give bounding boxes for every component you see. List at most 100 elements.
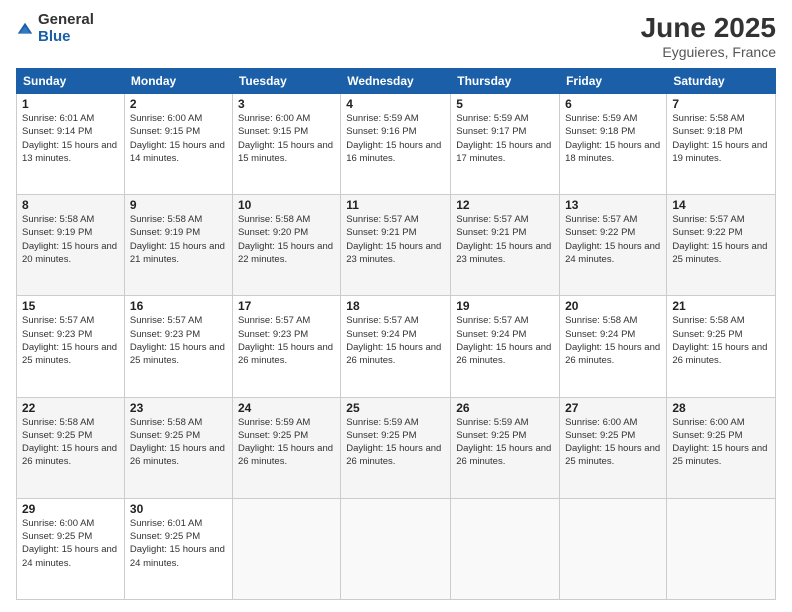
table-row: 11Sunrise: 5:57 AMSunset: 9:21 PMDayligh…: [341, 195, 451, 296]
col-monday: Monday: [124, 69, 232, 94]
calendar-week-row: 15Sunrise: 5:57 AMSunset: 9:23 PMDayligh…: [17, 296, 776, 397]
table-row: 26Sunrise: 5:59 AMSunset: 9:25 PMDayligh…: [451, 397, 560, 498]
day-info: Sunrise: 5:59 AMSunset: 9:17 PMDaylight:…: [456, 112, 554, 165]
calendar-week-row: 1Sunrise: 6:01 AMSunset: 9:14 PMDaylight…: [17, 94, 776, 195]
day-number: 20: [565, 299, 661, 313]
table-row: 7Sunrise: 5:58 AMSunset: 9:18 PMDaylight…: [667, 94, 776, 195]
day-info: Sunrise: 5:59 AMSunset: 9:25 PMDaylight:…: [238, 416, 335, 469]
calendar-header-row: Sunday Monday Tuesday Wednesday Thursday…: [17, 69, 776, 94]
day-number: 9: [130, 198, 227, 212]
table-row: 25Sunrise: 5:59 AMSunset: 9:25 PMDayligh…: [341, 397, 451, 498]
col-saturday: Saturday: [667, 69, 776, 94]
day-info: Sunrise: 6:00 AMSunset: 9:25 PMDaylight:…: [672, 416, 770, 469]
day-info: Sunrise: 6:01 AMSunset: 9:25 PMDaylight:…: [130, 517, 227, 570]
day-info: Sunrise: 5:58 AMSunset: 9:19 PMDaylight:…: [130, 213, 227, 266]
day-number: 8: [22, 198, 119, 212]
day-info: Sunrise: 5:58 AMSunset: 9:24 PMDaylight:…: [565, 314, 661, 367]
day-info: Sunrise: 5:58 AMSunset: 9:19 PMDaylight:…: [22, 213, 119, 266]
day-info: Sunrise: 5:57 AMSunset: 9:21 PMDaylight:…: [346, 213, 445, 266]
table-row: 3Sunrise: 6:00 AMSunset: 9:15 PMDaylight…: [232, 94, 340, 195]
col-friday: Friday: [560, 69, 667, 94]
table-row: [451, 498, 560, 599]
table-row: [232, 498, 340, 599]
table-row: 28Sunrise: 6:00 AMSunset: 9:25 PMDayligh…: [667, 397, 776, 498]
header: General Blue June 2025 Eyguieres, France: [16, 12, 776, 60]
day-info: Sunrise: 5:57 AMSunset: 9:23 PMDaylight:…: [22, 314, 119, 367]
day-info: Sunrise: 5:57 AMSunset: 9:24 PMDaylight:…: [456, 314, 554, 367]
day-info: Sunrise: 5:57 AMSunset: 9:22 PMDaylight:…: [565, 213, 661, 266]
day-info: Sunrise: 5:58 AMSunset: 9:25 PMDaylight:…: [130, 416, 227, 469]
table-row: 2Sunrise: 6:00 AMSunset: 9:15 PMDaylight…: [124, 94, 232, 195]
table-row: 24Sunrise: 5:59 AMSunset: 9:25 PMDayligh…: [232, 397, 340, 498]
table-row: [560, 498, 667, 599]
table-row: 13Sunrise: 5:57 AMSunset: 9:22 PMDayligh…: [560, 195, 667, 296]
day-number: 14: [672, 198, 770, 212]
table-row: 6Sunrise: 5:59 AMSunset: 9:18 PMDaylight…: [560, 94, 667, 195]
logo-blue: Blue: [38, 29, 94, 46]
day-number: 15: [22, 299, 119, 313]
calendar-week-row: 8Sunrise: 5:58 AMSunset: 9:19 PMDaylight…: [17, 195, 776, 296]
table-row: 20Sunrise: 5:58 AMSunset: 9:24 PMDayligh…: [560, 296, 667, 397]
day-info: Sunrise: 5:57 AMSunset: 9:23 PMDaylight:…: [130, 314, 227, 367]
table-row: 10Sunrise: 5:58 AMSunset: 9:20 PMDayligh…: [232, 195, 340, 296]
table-row: 15Sunrise: 5:57 AMSunset: 9:23 PMDayligh…: [17, 296, 125, 397]
day-info: Sunrise: 5:59 AMSunset: 9:25 PMDaylight:…: [346, 416, 445, 469]
day-number: 4: [346, 97, 445, 111]
day-number: 16: [130, 299, 227, 313]
table-row: 17Sunrise: 5:57 AMSunset: 9:23 PMDayligh…: [232, 296, 340, 397]
page: General Blue June 2025 Eyguieres, France…: [0, 0, 792, 612]
day-number: 17: [238, 299, 335, 313]
day-number: 5: [456, 97, 554, 111]
day-info: Sunrise: 5:58 AMSunset: 9:25 PMDaylight:…: [672, 314, 770, 367]
table-row: 29Sunrise: 6:00 AMSunset: 9:25 PMDayligh…: [17, 498, 125, 599]
table-row: 4Sunrise: 5:59 AMSunset: 9:16 PMDaylight…: [341, 94, 451, 195]
table-row: 9Sunrise: 5:58 AMSunset: 9:19 PMDaylight…: [124, 195, 232, 296]
day-info: Sunrise: 5:58 AMSunset: 9:18 PMDaylight:…: [672, 112, 770, 165]
logo-icon: [16, 21, 34, 39]
day-number: 7: [672, 97, 770, 111]
day-number: 21: [672, 299, 770, 313]
day-number: 30: [130, 502, 227, 516]
day-info: Sunrise: 6:00 AMSunset: 9:15 PMDaylight:…: [238, 112, 335, 165]
title-block: June 2025 Eyguieres, France: [641, 12, 776, 60]
day-number: 25: [346, 401, 445, 415]
day-number: 11: [346, 198, 445, 212]
table-row: [667, 498, 776, 599]
day-info: Sunrise: 5:59 AMSunset: 9:18 PMDaylight:…: [565, 112, 661, 165]
day-number: 24: [238, 401, 335, 415]
calendar-table: Sunday Monday Tuesday Wednesday Thursday…: [16, 68, 776, 600]
day-number: 23: [130, 401, 227, 415]
logo-general: General: [38, 12, 94, 29]
day-number: 12: [456, 198, 554, 212]
day-number: 27: [565, 401, 661, 415]
day-info: Sunrise: 5:57 AMSunset: 9:21 PMDaylight:…: [456, 213, 554, 266]
day-info: Sunrise: 5:59 AMSunset: 9:25 PMDaylight:…: [456, 416, 554, 469]
day-number: 6: [565, 97, 661, 111]
table-row: 14Sunrise: 5:57 AMSunset: 9:22 PMDayligh…: [667, 195, 776, 296]
table-row: 27Sunrise: 6:00 AMSunset: 9:25 PMDayligh…: [560, 397, 667, 498]
day-info: Sunrise: 6:00 AMSunset: 9:25 PMDaylight:…: [22, 517, 119, 570]
day-number: 10: [238, 198, 335, 212]
table-row: 22Sunrise: 5:58 AMSunset: 9:25 PMDayligh…: [17, 397, 125, 498]
col-tuesday: Tuesday: [232, 69, 340, 94]
day-info: Sunrise: 6:01 AMSunset: 9:14 PMDaylight:…: [22, 112, 119, 165]
day-number: 1: [22, 97, 119, 111]
day-info: Sunrise: 5:58 AMSunset: 9:25 PMDaylight:…: [22, 416, 119, 469]
day-info: Sunrise: 5:58 AMSunset: 9:20 PMDaylight:…: [238, 213, 335, 266]
col-thursday: Thursday: [451, 69, 560, 94]
table-row: 23Sunrise: 5:58 AMSunset: 9:25 PMDayligh…: [124, 397, 232, 498]
table-row: [341, 498, 451, 599]
day-number: 28: [672, 401, 770, 415]
day-info: Sunrise: 5:57 AMSunset: 9:22 PMDaylight:…: [672, 213, 770, 266]
day-number: 3: [238, 97, 335, 111]
day-info: Sunrise: 5:59 AMSunset: 9:16 PMDaylight:…: [346, 112, 445, 165]
day-number: 26: [456, 401, 554, 415]
day-info: Sunrise: 5:57 AMSunset: 9:23 PMDaylight:…: [238, 314, 335, 367]
table-row: 12Sunrise: 5:57 AMSunset: 9:21 PMDayligh…: [451, 195, 560, 296]
logo-text: General Blue: [38, 12, 94, 45]
calendar-week-row: 22Sunrise: 5:58 AMSunset: 9:25 PMDayligh…: [17, 397, 776, 498]
day-number: 19: [456, 299, 554, 313]
day-info: Sunrise: 6:00 AMSunset: 9:15 PMDaylight:…: [130, 112, 227, 165]
day-number: 18: [346, 299, 445, 313]
location: Eyguieres, France: [641, 44, 776, 60]
